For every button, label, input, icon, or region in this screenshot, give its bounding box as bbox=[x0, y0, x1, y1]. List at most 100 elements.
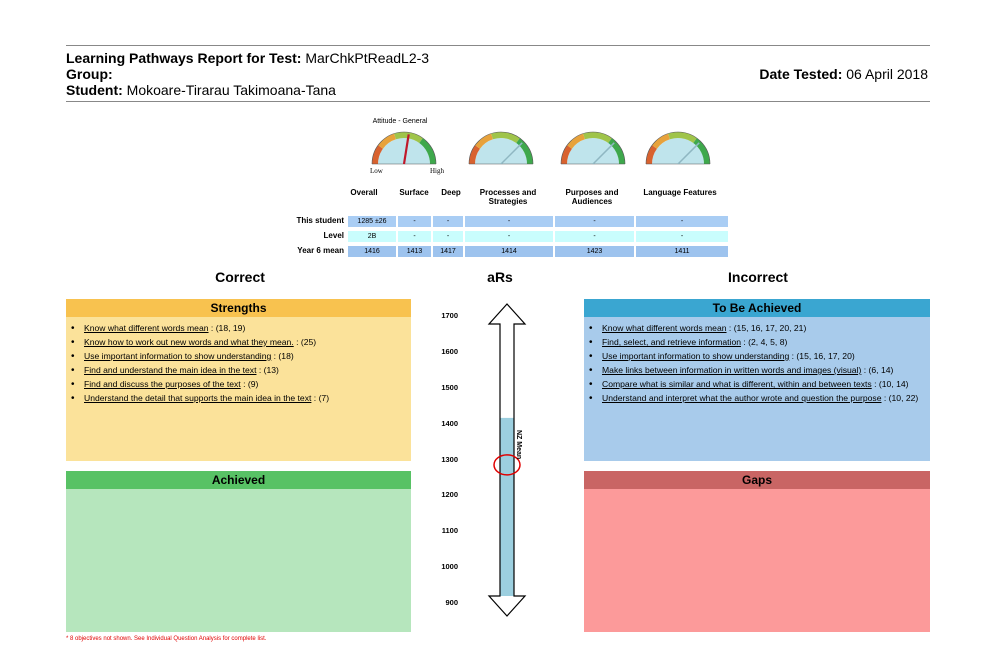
objective-link[interactable]: Make links between information in writte… bbox=[602, 365, 861, 375]
cell-student-processes: - bbox=[465, 216, 553, 227]
gauge-purposes bbox=[560, 131, 626, 165]
incorrect-heading: Incorrect bbox=[728, 269, 788, 285]
question-refs: : (15, 16, 17, 20) bbox=[789, 351, 855, 361]
scale-tick-label: 1500 bbox=[441, 382, 458, 392]
gauge-low-label: Low bbox=[370, 167, 383, 175]
col-overall: Overall bbox=[350, 188, 378, 197]
header-top-rule bbox=[66, 45, 930, 46]
objective-link[interactable]: Know how to work out new words and what … bbox=[84, 337, 294, 347]
gaps-header: Gaps bbox=[584, 471, 930, 489]
list-item: Use important information to show unders… bbox=[71, 351, 405, 362]
objective-link[interactable]: Use important information to show unders… bbox=[84, 351, 271, 361]
nz-mean-label: NZ Mean bbox=[515, 430, 522, 460]
objective-link[interactable]: Compare what is similar and what is diff… bbox=[602, 379, 872, 389]
col-processes: Processes and Strategies bbox=[479, 188, 537, 206]
list-item: Make links between information in writte… bbox=[589, 365, 924, 376]
question-refs: : (7) bbox=[311, 393, 330, 403]
objective-link[interactable]: Understand and interpret what the author… bbox=[602, 393, 881, 403]
row-label-student: This student bbox=[296, 216, 344, 225]
col-deep: Deep bbox=[441, 188, 461, 197]
list-item: Find, select, and retrieve information :… bbox=[589, 337, 924, 348]
gauge-processes bbox=[468, 131, 534, 165]
cell-mean-surface: 1413 bbox=[398, 246, 431, 257]
ars-heading: aRs bbox=[487, 269, 513, 285]
cell-student-language: - bbox=[636, 216, 728, 227]
question-refs: : (13) bbox=[256, 365, 279, 375]
gauge-attitude bbox=[371, 131, 437, 165]
scale-tick-label: 1000 bbox=[441, 562, 458, 572]
list-item: Use important information to show unders… bbox=[589, 351, 924, 362]
scale-tick-label: 1400 bbox=[441, 418, 458, 428]
gauge-title: Attitude - General bbox=[372, 118, 428, 125]
question-refs: : (18) bbox=[271, 351, 294, 361]
question-refs: : (10, 14) bbox=[871, 379, 909, 389]
cell-mean-processes: 1414 bbox=[465, 246, 553, 257]
col-purposes: Purposes and Audiences bbox=[565, 188, 619, 206]
objective-link[interactable]: Find and discuss the purposes of the tex… bbox=[84, 379, 241, 389]
cell-mean-overall: 1416 bbox=[348, 246, 396, 257]
gauge-language bbox=[645, 131, 711, 165]
objective-link[interactable]: Find and understand the main idea in the… bbox=[84, 365, 256, 375]
cell-level-overall: 2B bbox=[348, 231, 396, 242]
objective-link[interactable]: Know what different words mean bbox=[84, 323, 209, 333]
objective-link[interactable]: Use important information to show unders… bbox=[602, 351, 789, 361]
list-item: Know what different words mean : (15, 16… bbox=[589, 323, 924, 334]
cell-level-language: - bbox=[636, 231, 728, 242]
scale-tick-label: 900 bbox=[445, 598, 458, 607]
objective-link[interactable]: Know what different words mean bbox=[602, 323, 727, 333]
col-language: Language Features bbox=[643, 188, 717, 197]
strengths-panel: Know what different words mean : (18, 19… bbox=[66, 317, 411, 461]
row-label-level: Level bbox=[323, 231, 344, 240]
cell-level-processes: - bbox=[465, 231, 553, 242]
cell-level-surface: - bbox=[398, 231, 431, 242]
col-surface: Surface bbox=[399, 188, 429, 197]
gauge-high-label: High bbox=[430, 167, 444, 175]
question-refs: : (6, 14) bbox=[861, 365, 894, 375]
cell-mean-language: 1411 bbox=[636, 246, 728, 257]
student-line: Student: Mokoare-Tirarau Takimoana-Tana bbox=[66, 82, 336, 98]
scale-tick-label: 1200 bbox=[441, 490, 458, 500]
to-be-achieved-header: To Be Achieved bbox=[584, 299, 930, 317]
correct-heading: Correct bbox=[215, 269, 265, 285]
question-refs: : (25) bbox=[293, 337, 317, 347]
question-refs: : (9) bbox=[240, 379, 259, 389]
cell-student-overall: 1285 ±26 bbox=[348, 216, 396, 227]
cell-level-deep: - bbox=[433, 231, 463, 242]
cell-level-purposes: - bbox=[555, 231, 634, 242]
strengths-list: Know what different words mean : (18, 19… bbox=[66, 317, 411, 404]
to-be-achieved-list: Know what different words mean : (15, 16… bbox=[584, 317, 930, 404]
cell-mean-purposes: 1423 bbox=[555, 246, 634, 257]
question-refs: : (10, 22) bbox=[881, 393, 919, 403]
cell-student-purposes: - bbox=[555, 216, 634, 227]
scale-tick-label: 1300 bbox=[441, 454, 458, 464]
to-be-achieved-panel: Know what different words mean : (15, 16… bbox=[584, 317, 930, 461]
achieved-header: Achieved bbox=[66, 471, 411, 489]
group-line: Group: bbox=[66, 66, 113, 82]
list-item: Compare what is similar and what is diff… bbox=[589, 379, 924, 390]
footnote: * 8 objectives not shown. See Individual… bbox=[66, 636, 267, 642]
cell-mean-deep: 1417 bbox=[433, 246, 463, 257]
scale-tick-label: 1100 bbox=[441, 526, 458, 536]
cell-student-surface: - bbox=[398, 216, 431, 227]
list-item: Find and discuss the purposes of the tex… bbox=[71, 379, 405, 390]
list-item: Know how to work out new words and what … bbox=[71, 337, 405, 348]
date-tested: Date Tested: 06 April 2018 bbox=[759, 66, 928, 82]
scale-fill bbox=[500, 417, 514, 596]
gaps-panel bbox=[584, 489, 930, 632]
list-item: Understand and interpret what the author… bbox=[589, 393, 924, 404]
list-item: Find and understand the main idea in the… bbox=[71, 365, 405, 376]
list-item: Understand the detail that supports the … bbox=[71, 393, 405, 404]
row-label-mean: Year 6 mean bbox=[297, 246, 344, 255]
objective-link[interactable]: Find, select, and retrieve information bbox=[602, 337, 741, 347]
strengths-header: Strengths bbox=[66, 299, 411, 317]
achieved-panel bbox=[66, 489, 411, 632]
question-refs: : (15, 16, 17, 20, 21) bbox=[726, 323, 807, 333]
cell-student-deep: - bbox=[433, 216, 463, 227]
header-bottom-rule bbox=[66, 101, 930, 102]
list-item: Know what different words mean : (18, 19… bbox=[71, 323, 405, 334]
scale-tick-label: 1600 bbox=[441, 346, 458, 356]
question-refs: : (2, 4, 5, 8) bbox=[741, 337, 788, 347]
objective-link[interactable]: Understand the detail that supports the … bbox=[84, 393, 311, 403]
report-title: Learning Pathways Report for Test: MarCh… bbox=[66, 50, 430, 66]
question-refs: : (18, 19) bbox=[208, 323, 246, 333]
